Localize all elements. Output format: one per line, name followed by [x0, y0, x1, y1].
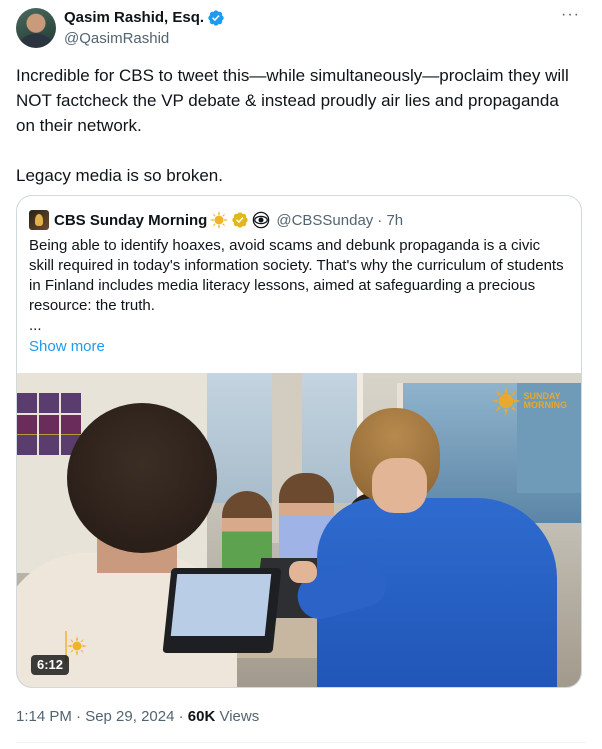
- tweet-paragraph-2: Legacy media is so broken.: [16, 166, 223, 185]
- author-handle[interactable]: @QasimRashid: [64, 29, 169, 49]
- sun-badge-icon: [210, 211, 229, 229]
- tweet-meta: 1:14 PM · Sep 29, 2024 · 60K Views: [16, 707, 259, 727]
- views-label: Views: [215, 708, 260, 725]
- sunday-morning-watermark: SUNDAY MORNING: [490, 385, 568, 417]
- tweet-text: Incredible for CBS to tweet this—while s…: [16, 63, 581, 188]
- video-duration: 6:12: [31, 655, 70, 675]
- sun-corner-logo-icon: [67, 636, 87, 656]
- quoted-avatar[interactable]: [29, 210, 49, 230]
- video-thumbnail: [17, 373, 581, 687]
- author-avatar[interactable]: [16, 8, 56, 48]
- author-name-text[interactable]: Qasim Rashid, Esq.: [64, 8, 204, 28]
- tweet-timestamp[interactable]: 1:14 PM · Sep 29, 2024 ·: [16, 708, 188, 725]
- quoted-time[interactable]: · 7h: [377, 212, 403, 229]
- tweet-paragraph-1: Incredible for CBS to tweet this—while s…: [16, 66, 569, 135]
- show-more-link[interactable]: Show more: [29, 337, 105, 357]
- cbs-eye-icon: [253, 211, 270, 229]
- video-player[interactable]: SUNDAY MORNING 6:12: [17, 373, 581, 687]
- quoted-name[interactable]: CBS Sunday Morning: [54, 212, 207, 229]
- sun-logo-icon: [490, 385, 521, 417]
- divider: [16, 742, 586, 743]
- quoted-handle[interactable]: @CBSSunday: [276, 212, 373, 229]
- quoted-ellipsis: ...: [29, 317, 42, 334]
- watermark-line-2: MORNING: [523, 400, 568, 410]
- verified-badge-icon: [208, 10, 224, 26]
- more-icon[interactable]: ···: [561, 7, 580, 23]
- quoted-tweet[interactable]: CBS Sunday Morning @CBSSunday · 7h Being…: [16, 195, 582, 688]
- quoted-text: Being able to identify hoaxes, avoid sca…: [29, 237, 564, 314]
- author-name[interactable]: Qasim Rashid, Esq.: [64, 8, 225, 28]
- gold-verified-badge-icon: [232, 212, 249, 228]
- views-count: 60K: [187, 708, 216, 725]
- quoted-header: CBS Sunday Morning @CBSSunday · 7h: [29, 210, 403, 230]
